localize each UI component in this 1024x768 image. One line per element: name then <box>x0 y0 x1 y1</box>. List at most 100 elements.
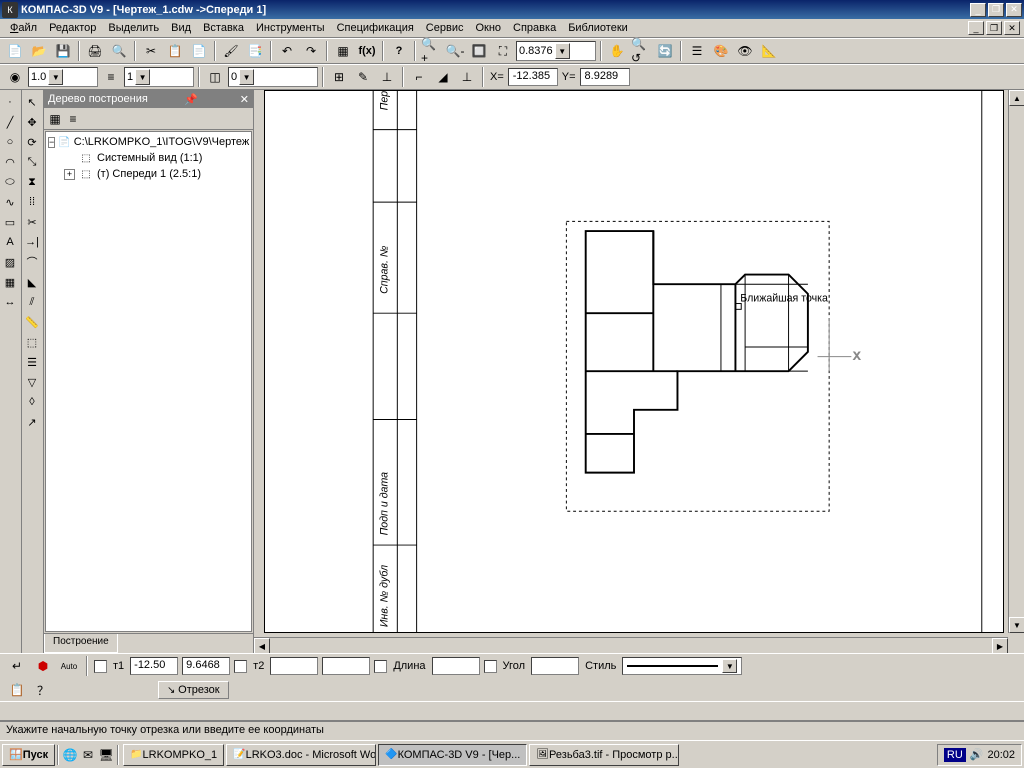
tree-btn2[interactable]: ≡ <box>64 110 82 128</box>
minimize-button[interactable]: _ <box>970 3 986 17</box>
stop-button[interactable]: ⬢ <box>32 655 54 677</box>
t2-y-field[interactable] <box>322 657 370 675</box>
mdi-close-button[interactable]: ✕ <box>1004 21 1020 35</box>
state-icon[interactable]: ◉ <box>4 66 26 88</box>
move-tool[interactable]: ✥ <box>22 112 42 132</box>
vertical-scrollbar[interactable]: ▲ ▼ <box>1008 90 1024 633</box>
tree-close-button[interactable]: ✕ <box>240 93 249 106</box>
menu-window[interactable]: Окно <box>469 20 507 36</box>
break-tool[interactable]: ⫽ <box>22 292 42 312</box>
props-button[interactable]: 📑 <box>244 40 266 62</box>
zoom-combo[interactable]: 0.8376▼ <box>516 41 596 61</box>
fillet-tool[interactable]: ⌒ <box>22 252 42 272</box>
drawing-button[interactable]: 📐 <box>758 40 780 62</box>
select-tool[interactable]: ↖ <box>22 92 42 112</box>
spline-tool[interactable]: ∿ <box>0 192 20 212</box>
cut-button[interactable]: ✂ <box>140 40 162 62</box>
start-button[interactable]: 🪟 Пуск <box>2 744 55 766</box>
t2-x-field[interactable] <box>270 657 318 675</box>
copy-button[interactable]: 📋 <box>164 40 186 62</box>
layer-icon[interactable]: ≡ <box>100 66 122 88</box>
view-combo[interactable]: 1▼ <box>124 67 194 87</box>
collapse-icon[interactable]: − <box>48 137 55 148</box>
angle-checkbox[interactable] <box>484 660 497 673</box>
preview-button[interactable]: 🔍 <box>108 40 130 62</box>
copy-props-button[interactable]: 🖌 <box>220 40 242 62</box>
task-kompas[interactable]: 🔷 КОМПАС-3D V9 - [Чер... <box>378 744 527 766</box>
zoom-out-button[interactable]: 🔍- <box>444 40 466 62</box>
menu-help[interactable]: Справка <box>507 20 562 36</box>
rotate-tool[interactable]: ⟳ <box>22 132 42 152</box>
quicklaunch-1[interactable]: 🌐 <box>61 746 79 764</box>
mdi-minimize-button[interactable]: _ <box>968 21 984 35</box>
quicklaunch-2[interactable]: ✉ <box>79 746 97 764</box>
scroll-down-button[interactable]: ▼ <box>1009 617 1024 633</box>
task-viewer[interactable]: 🖼 Резьба3.tif - Просмотр р... <box>529 744 679 766</box>
dim-tool[interactable]: ↔ <box>0 292 20 312</box>
drawing-paper[interactable]: Перв. п Справ. № Подп и дата Инв. № дубл <box>264 90 1004 633</box>
save-button[interactable]: 💾 <box>52 40 74 62</box>
tree-item-system-view[interactable]: ⬚ Системный вид (1:1) <box>48 150 249 166</box>
extend-tool[interactable]: →| <box>22 232 42 252</box>
circle-tool[interactable]: ○ <box>0 132 20 152</box>
tab-segment[interactable]: ↘ Отрезок <box>158 681 229 699</box>
tree-root[interactable]: − 📄 C:\LRKOMPKO_1\ITOG\V9\Чертеж <box>48 134 249 150</box>
leader-tool[interactable]: ↗ <box>22 412 42 432</box>
t2-checkbox[interactable] <box>234 660 247 673</box>
tree-pin-icon[interactable]: 📌 <box>184 93 198 106</box>
table-tool[interactable]: ▦ <box>0 272 20 292</box>
variables-button[interactable]: f(x) <box>356 40 378 62</box>
zoom-prev-button[interactable]: 🔍↺ <box>630 40 652 62</box>
text-tool[interactable]: A <box>0 232 20 252</box>
restore-button[interactable]: ❐ <box>988 3 1004 17</box>
layer-toggle-icon[interactable]: ◫ <box>204 66 226 88</box>
t1-y-field[interactable]: 9.6468 <box>182 657 230 675</box>
task-word[interactable]: 📝 LRKO3.doc - Microsoft Word <box>226 744 376 766</box>
zoom-window-button[interactable]: 🔲 <box>468 40 490 62</box>
system-tray[interactable]: RU 🔊 20:02 <box>937 744 1022 766</box>
prop-btn1[interactable]: 📋 <box>6 679 28 701</box>
lang-indicator[interactable]: RU <box>944 748 966 762</box>
snap-mid-button[interactable]: ◢ <box>432 66 454 88</box>
array-tool[interactable]: ⁞⁞ <box>22 192 42 212</box>
menu-edit[interactable]: Редактор <box>43 20 102 36</box>
scroll-right-button[interactable]: ▶ <box>992 638 1008 653</box>
menu-spec[interactable]: Спецификация <box>331 20 420 36</box>
undo-button[interactable]: ↶ <box>276 40 298 62</box>
expand-icon[interactable]: + <box>64 169 75 180</box>
t1-checkbox[interactable] <box>94 660 107 673</box>
tab-build[interactable]: Построение <box>44 634 118 653</box>
tree-item-front[interactable]: + ⬚ (т) Спереди 1 (2.5:1) <box>48 166 249 182</box>
mirror-tool[interactable]: ⧗ <box>22 172 42 192</box>
point-tool[interactable]: · <box>0 92 20 112</box>
menu-view[interactable]: Вид <box>165 20 197 36</box>
paste-button[interactable]: 📄 <box>188 40 210 62</box>
horizontal-scrollbar[interactable]: ◀ ▶ <box>254 637 1008 653</box>
length-checkbox[interactable] <box>374 660 387 673</box>
scroll-left-button[interactable]: ◀ <box>254 638 270 653</box>
tree-btn1[interactable]: ▦ <box>46 110 64 128</box>
view-button[interactable]: 👁 <box>734 40 756 62</box>
menu-select[interactable]: Выделить <box>102 20 165 36</box>
t1-x-field[interactable]: -12.50 <box>130 657 178 675</box>
pan-button[interactable]: ✋ <box>606 40 628 62</box>
zoom-in-button[interactable]: 🔍+ <box>420 40 442 62</box>
spec-tool[interactable]: ☰ <box>22 352 42 372</box>
chamfer-tool[interactable]: ◣ <box>22 272 42 292</box>
apply-button[interactable]: ↵ <box>6 655 28 677</box>
style-combo[interactable]: ▼ <box>622 657 742 675</box>
trim-tool[interactable]: ✂ <box>22 212 42 232</box>
base-tool[interactable]: ◊ <box>22 392 42 412</box>
snap-perp-button[interactable]: ⊥ <box>456 66 478 88</box>
model-tree[interactable]: − 📄 C:\LRKOMPKO_1\ITOG\V9\Чертеж ⬚ Систе… <box>45 131 252 632</box>
line-tool[interactable]: ╱ <box>0 112 20 132</box>
scale-tool[interactable]: ⤡ <box>22 152 42 172</box>
render-button[interactable]: 🎨 <box>710 40 732 62</box>
prop-btn2[interactable]: ？ <box>32 679 54 701</box>
open-button[interactable]: 📂 <box>28 40 50 62</box>
ellipse-tool[interactable]: ⬭ <box>0 172 20 192</box>
menu-file[interactable]: ФФайлайл <box>4 20 43 36</box>
snap-toggle-button[interactable]: ✎ <box>352 66 374 88</box>
scale-combo[interactable]: 1.0▼ <box>28 67 98 87</box>
params-tool[interactable]: ⬚ <box>22 332 42 352</box>
